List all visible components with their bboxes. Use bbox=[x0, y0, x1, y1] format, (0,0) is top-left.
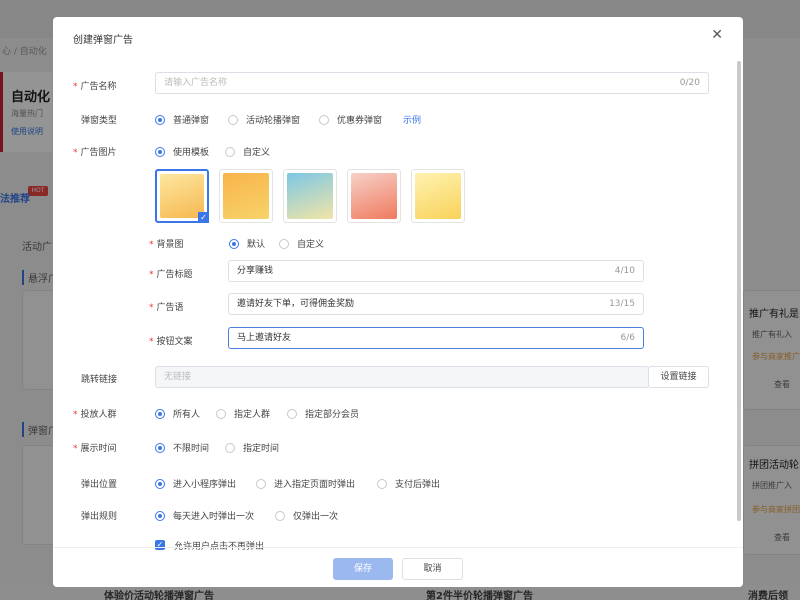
template-thumbnail-3[interactable] bbox=[283, 169, 337, 223]
radio-time-unlimited[interactable]: 不限时间 bbox=[155, 441, 209, 454]
ad-title-input[interactable]: 分享赚钱 4/10 bbox=[228, 260, 644, 282]
template-image-3 bbox=[287, 173, 333, 219]
radio-custom-image[interactable]: 自定义 bbox=[225, 145, 270, 158]
radio-time-specified[interactable]: 指定时间 bbox=[225, 441, 279, 454]
template-image-5 bbox=[415, 173, 461, 219]
ad-name-label: * 广告名称 bbox=[73, 82, 117, 92]
ad-title-label: * 广告标题 bbox=[149, 270, 193, 280]
popup-rule-label: 弹出规则 bbox=[81, 512, 118, 522]
template-thumbnail-2[interactable] bbox=[219, 169, 273, 223]
cancel-button[interactable]: 取消 bbox=[402, 558, 463, 580]
background-label: * 背景图 bbox=[149, 240, 184, 250]
save-button[interactable]: 保存 bbox=[333, 558, 393, 580]
jump-link-input: 无链接 bbox=[155, 366, 649, 388]
radio-rule-once[interactable]: 仅弹出一次 bbox=[275, 509, 338, 522]
template-thumbnail-1[interactable]: ✓ bbox=[155, 169, 209, 223]
close-icon[interactable]: ✕ bbox=[711, 27, 723, 43]
button-text-input[interactable]: 马上邀请好友 6/6 bbox=[228, 327, 644, 349]
scrollbar[interactable] bbox=[737, 61, 741, 521]
ad-image-label: * 广告图片 bbox=[73, 148, 117, 158]
radio-bg-custom[interactable]: 自定义 bbox=[279, 237, 324, 250]
popup-position-label: 弹出位置 bbox=[81, 480, 118, 490]
set-link-button[interactable]: 设置链接 bbox=[648, 366, 709, 388]
display-time-label: * 展示时间 bbox=[73, 444, 117, 454]
radio-rule-daily[interactable]: 每天进入时弹出一次 bbox=[155, 509, 254, 522]
template-image-4 bbox=[351, 173, 397, 219]
ad-name-counter: 0/20 bbox=[679, 78, 700, 88]
radio-audience-group[interactable]: 指定人群 bbox=[216, 407, 270, 420]
ad-slogan-counter: 13/15 bbox=[609, 299, 635, 309]
dialog-title: 创建弹窗广告 bbox=[73, 35, 133, 46]
audience-label: * 投放人群 bbox=[73, 410, 117, 420]
ad-slogan-label: * 广告语 bbox=[149, 303, 184, 313]
template-thumbnail-4[interactable] bbox=[347, 169, 401, 223]
radio-coupon-popup[interactable]: 优惠券弹窗 bbox=[319, 113, 382, 126]
create-popup-ad-dialog: 创建弹窗广告 ✕ * 广告名称 请输入广告名称 0/20 弹窗类型 普通弹窗 活动… bbox=[53, 17, 743, 587]
radio-carousel-popup[interactable]: 活动轮播弹窗 bbox=[228, 113, 300, 126]
ad-slogan-input[interactable]: 邀请好友下单，可得佣金奖励 13/15 bbox=[228, 293, 644, 315]
radio-position-after-pay[interactable]: 支付后弹出 bbox=[377, 477, 440, 490]
ad-name-input[interactable]: 请输入广告名称 0/20 bbox=[155, 72, 709, 94]
radio-position-page[interactable]: 进入指定页面时弹出 bbox=[256, 477, 355, 490]
radio-use-template[interactable]: 使用模板 bbox=[155, 145, 209, 158]
example-link[interactable]: 示例 bbox=[403, 113, 421, 126]
radio-position-miniapp[interactable]: 进入小程序弹出 bbox=[155, 477, 236, 490]
button-text-label: * 按钮文案 bbox=[149, 337, 193, 347]
ad-title-counter: 4/10 bbox=[614, 266, 635, 276]
popup-type-label: 弹窗类型 bbox=[81, 116, 118, 126]
check-icon: ✓ bbox=[198, 212, 209, 223]
radio-normal-popup[interactable]: 普通弹窗 bbox=[155, 113, 209, 126]
radio-audience-members[interactable]: 指定部分会员 bbox=[287, 407, 359, 420]
template-thumbnail-5[interactable] bbox=[411, 169, 465, 223]
radio-audience-all[interactable]: 所有人 bbox=[155, 407, 200, 420]
button-text-counter: 6/6 bbox=[620, 333, 635, 343]
dialog-footer: 保存 取消 bbox=[53, 547, 743, 587]
jump-link-label: 跳转链接 bbox=[81, 375, 118, 385]
radio-bg-default[interactable]: 默认 bbox=[229, 237, 265, 250]
template-image-2 bbox=[223, 173, 269, 219]
